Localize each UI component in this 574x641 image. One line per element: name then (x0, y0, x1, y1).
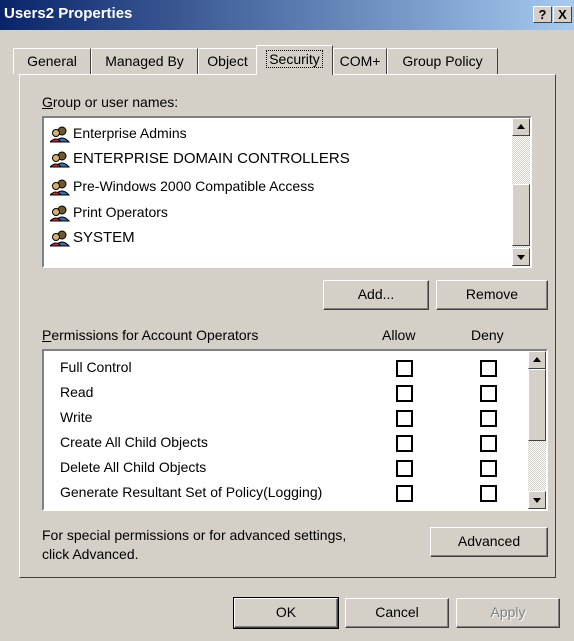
allow-checkbox[interactable] (396, 435, 413, 452)
close-button[interactable]: X (553, 6, 572, 23)
ok-button[interactable]: OK (233, 597, 339, 629)
list-item[interactable]: Pre-Windows 2000 Compatible Access (50, 174, 314, 198)
deny-checkbox[interactable] (480, 410, 497, 427)
tab-group-policy[interactable]: Group Policy (387, 48, 498, 74)
deny-checkbox[interactable] (480, 360, 497, 377)
permission-row-label: Generate Resultant Set of Policy(Logging… (60, 484, 323, 500)
list-item[interactable]: ENTERPRISE DOMAIN CONTROLLERS (50, 147, 350, 171)
list-item[interactable]: Enterprise Admins (50, 121, 187, 145)
cancel-button[interactable]: Cancel (345, 598, 449, 628)
tab-general[interactable]: General (13, 48, 91, 74)
scroll-down-arrow-icon[interactable] (528, 491, 546, 509)
scroll-down-arrow-icon[interactable] (512, 248, 530, 266)
permissions-scrollbar[interactable] (528, 351, 546, 509)
permission-row-label: Delete All Child Objects (60, 459, 207, 475)
tab-object[interactable]: Object (198, 48, 257, 74)
tab-com-plus[interactable]: COM+ (333, 48, 387, 74)
list-item-label: Enterprise Admins (73, 125, 187, 141)
deny-checkbox[interactable] (480, 435, 497, 452)
advanced-note-line2: click Advanced. (42, 546, 139, 562)
user-group-icon (50, 151, 70, 168)
permission-row-label: Read (60, 384, 94, 400)
list-item-label: Print Operators (73, 204, 168, 220)
scroll-up-arrow-icon[interactable] (512, 118, 530, 136)
help-button[interactable]: ? (533, 6, 552, 23)
list-item-label: ENTERPRISE DOMAIN CONTROLLERS (73, 150, 350, 167)
list-item-label: SYSTEM (73, 229, 135, 246)
window-title: Users2 Properties (4, 5, 133, 22)
group-user-names-label: Group or user names: (42, 94, 179, 110)
allow-column-header: Allow (382, 327, 416, 343)
apply-button[interactable]: Apply (456, 598, 560, 628)
scroll-up-arrow-icon[interactable] (528, 351, 546, 369)
permissions-list[interactable]: Full Control Read Write Create All Child… (42, 349, 548, 511)
allow-checkbox[interactable] (396, 360, 413, 377)
allow-checkbox[interactable] (396, 460, 413, 477)
list-item[interactable]: SYSTEM (50, 226, 135, 250)
list-item-label: Pre-Windows 2000 Compatible Access (73, 178, 315, 194)
allow-checkbox[interactable] (396, 385, 413, 402)
permission-row-label: Create All Child Objects (60, 434, 208, 450)
advanced-button[interactable]: Advanced (430, 527, 548, 557)
tab-managed-by[interactable]: Managed By (91, 48, 198, 74)
allow-checkbox[interactable] (396, 485, 413, 502)
user-group-icon (50, 179, 70, 196)
scroll-thumb[interactable] (512, 184, 530, 246)
properties-dialog: Users2 Properties ? X General Managed By… (0, 0, 574, 641)
title-bar[interactable]: Users2 Properties ? X (0, 0, 574, 30)
deny-checkbox[interactable] (480, 485, 497, 502)
list-item[interactable]: Print Operators (50, 200, 168, 224)
allow-checkbox[interactable] (396, 410, 413, 427)
deny-column-header: Deny (471, 327, 504, 343)
permission-row-label: Full Control (60, 359, 132, 375)
deny-checkbox[interactable] (480, 385, 497, 402)
group-list-scrollbar[interactable] (512, 118, 530, 266)
advanced-note-line1: For special permissions or for advanced … (42, 527, 347, 543)
add-button[interactable]: Add... (323, 280, 429, 310)
user-group-icon (50, 205, 70, 222)
permissions-label: Permissions for Account Operators (42, 327, 259, 343)
group-user-listbox[interactable]: Enterprise Admins ENTERPRISE DOMAIN CONT… (42, 116, 532, 268)
user-group-icon (50, 230, 70, 247)
tab-security[interactable]: Security (256, 45, 333, 75)
remove-button[interactable]: Remove (436, 280, 548, 310)
deny-checkbox[interactable] (480, 460, 497, 477)
user-group-icon (50, 126, 70, 143)
permission-row-label: Write (60, 409, 93, 425)
scroll-thumb[interactable] (528, 369, 546, 441)
